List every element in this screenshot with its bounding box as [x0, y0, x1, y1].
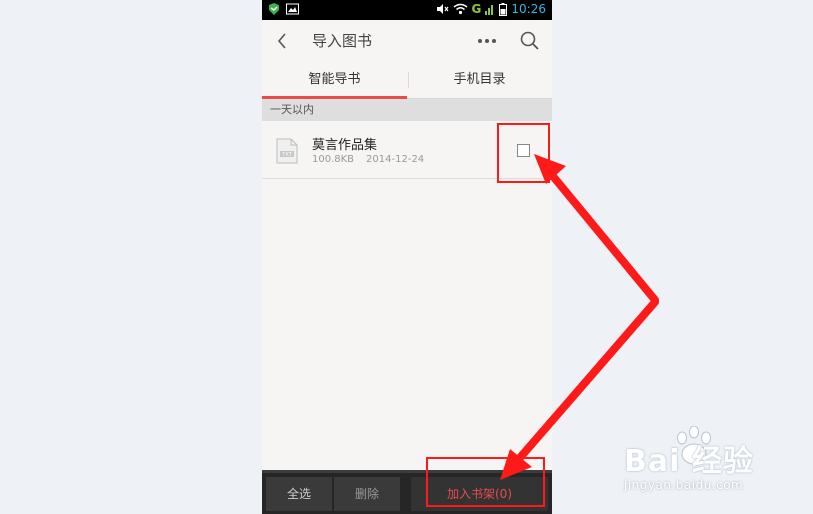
file-date: 2014-12-24 — [366, 154, 425, 165]
status-time: 10:26 — [511, 2, 546, 16]
file-size: 100.8KB — [312, 154, 355, 165]
tab-bar: 智能导书 手机目录 — [262, 62, 552, 99]
phone-screen: G 10:26 导入图书 智能导书 手机目录 一天以内 TXT 莫言作品集 10… — [262, 0, 552, 514]
annotation-arrow-up — [534, 154, 659, 304]
watermark-url: jingyan.baidu.com — [624, 478, 744, 492]
page-title: 导入图书 — [312, 32, 373, 50]
mute-icon — [436, 4, 449, 14]
file-name: 莫言作品集 — [312, 138, 378, 153]
wifi-icon — [453, 3, 468, 15]
checkbox-highlight-box — [497, 123, 550, 183]
status-bar: G 10:26 — [262, 0, 552, 20]
image-icon — [286, 3, 299, 15]
network-type: G — [471, 2, 482, 16]
watermark-brand: Bai 经验 — [624, 444, 754, 479]
back-arrow-icon[interactable] — [270, 28, 294, 54]
more-options-icon[interactable] — [474, 28, 500, 54]
select-all-button[interactable]: 全选 — [266, 477, 332, 511]
search-icon[interactable] — [517, 28, 543, 54]
add-button-highlight-box — [426, 457, 545, 507]
section-header: 一天以内 — [262, 99, 552, 121]
battery-icon — [499, 2, 508, 16]
baidu-watermark: Bai 经验 jingyan.baidu.com — [624, 426, 794, 500]
app-notification-icon — [269, 3, 279, 15]
svg-text:TXT: TXT — [281, 152, 292, 158]
tab-phone-directory[interactable]: 手机目录 — [407, 62, 552, 98]
delete-button[interactable]: 删除 — [334, 477, 400, 511]
tab-smart-import[interactable]: 智能导书 — [262, 62, 407, 98]
txt-file-icon: TXT — [276, 138, 298, 164]
toolbar: 导入图书 — [262, 20, 552, 62]
file-meta: 100.8KB 2014-12-24 — [312, 154, 424, 165]
signal-icon — [485, 5, 494, 15]
